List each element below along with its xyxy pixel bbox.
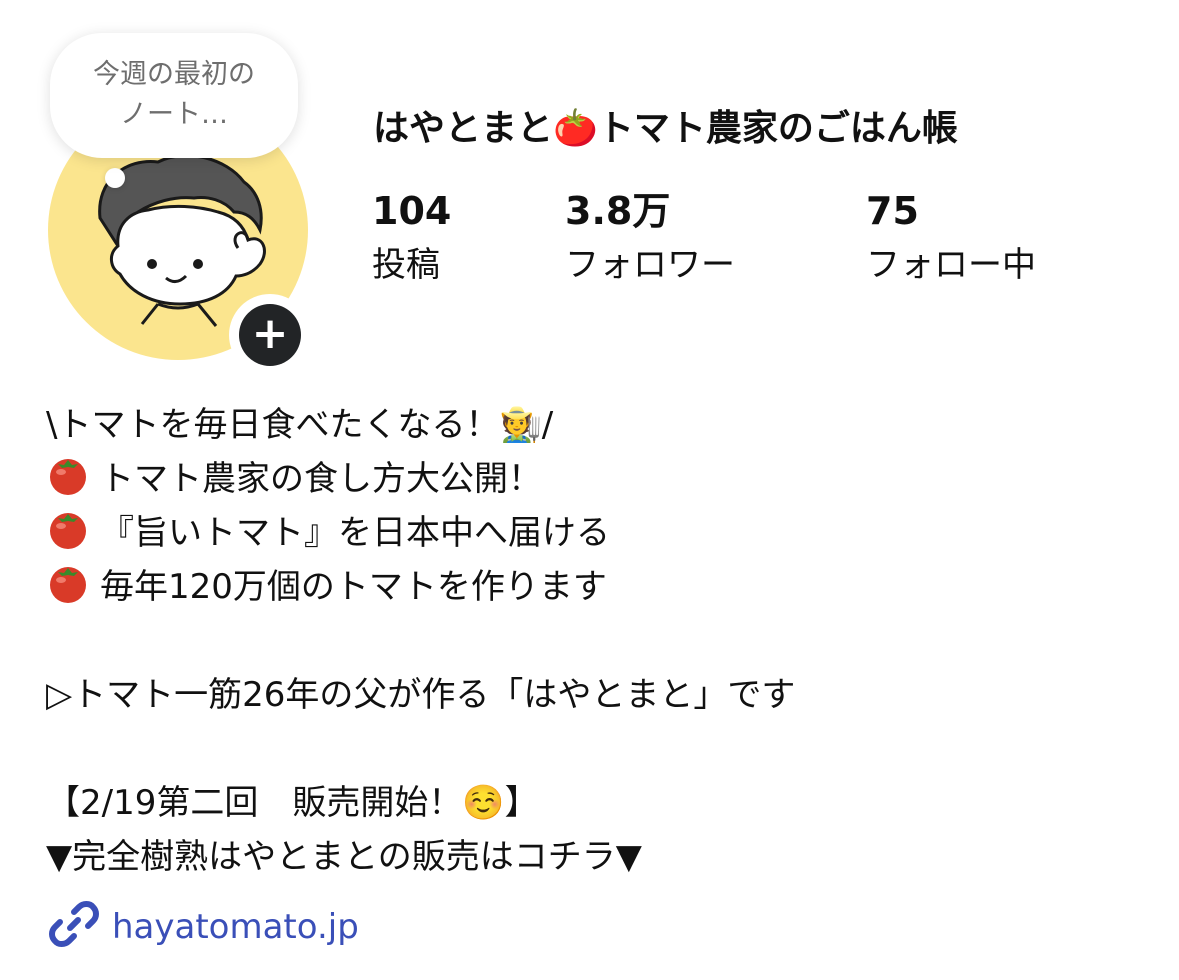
stat-posts-label: 投稿 (372, 245, 440, 285)
stat-followers-label: フォロワー (565, 245, 735, 285)
bio-line-3-text: 『旨いトマト』を日本中へ届ける (100, 513, 610, 553)
profile-page: 今週の最初の ノート… + はやとまと🍅トマト農家のごはん帳 104 投稿 3.… (0, 0, 1179, 980)
stat-following-count: 75 (866, 189, 919, 233)
stat-posts-count: 104 (372, 189, 452, 233)
stat-following-label: フォロー中 (866, 245, 1036, 285)
stat-following[interactable]: 75 フォロー中 (866, 186, 1036, 290)
bio-line-2-text: トマト農家の食し方大公開！ (100, 459, 542, 499)
bio-line-4: 毎年120万個のトマトを作ります (46, 560, 1146, 614)
link-icon (49, 901, 99, 947)
note-bubble[interactable]: 今週の最初の ノート… (50, 33, 298, 158)
add-story-button[interactable]: + (229, 294, 311, 376)
bio-line-2: トマト農家の食し方大公開！ (46, 452, 1146, 506)
profile-link[interactable]: hayatomato.jp (48, 898, 359, 952)
bio-line-1: \トマトを毎日食べたくなる！🧑‍🌾/ (46, 405, 554, 445)
tomato-icon (50, 513, 86, 549)
note-bubble-tail (105, 168, 125, 188)
tomato-icon (50, 567, 86, 603)
bio-line-7: ▼完全樹熟はやとまとの販売はコチラ▼ (46, 837, 642, 877)
plus-icon: + (239, 304, 301, 366)
tomato-icon (50, 459, 86, 495)
stat-followers-count: 3.8万 (565, 189, 671, 233)
bio-line-4-text: 毎年120万個のトマトを作ります (100, 567, 607, 607)
stat-posts[interactable]: 104 投稿 (372, 186, 451, 290)
note-text-line2: ノート… (120, 99, 228, 130)
profile-bio: \トマトを毎日食べたくなる！🧑‍🌾/ トマト農家の食し方大公開！ 『旨いトマト』… (46, 398, 1146, 884)
bio-line-3: 『旨いトマト』を日本中へ届ける (46, 506, 1146, 560)
profile-name: はやとまと🍅トマト農家のごはん帳 (373, 108, 958, 149)
profile-link-url: hayatomato.jp (112, 907, 359, 947)
note-text-line1: 今週の最初の (93, 59, 255, 90)
bio-line-6: 【2/19第二回 販売開始！☺️】 (46, 783, 539, 823)
stat-followers[interactable]: 3.8万 フォロワー (565, 186, 735, 290)
bio-line-5: ▷トマト一筋26年の父が作る「はやとまと」です (46, 675, 796, 715)
